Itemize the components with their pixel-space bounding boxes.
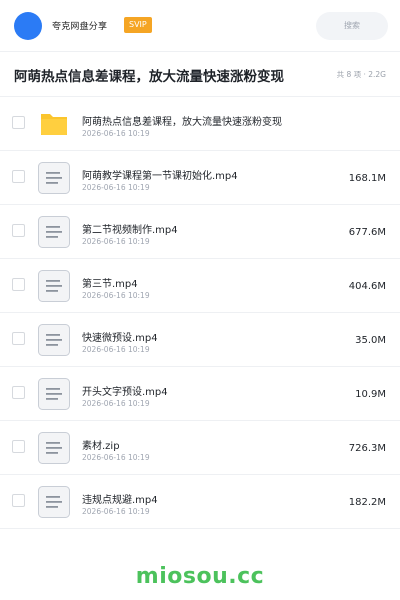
list-item[interactable]: 阿萌教学课程第一节课初始化.mp4 2026-06-16 10:19 168.1…	[0, 151, 400, 205]
header-title: 夸克网盘分享	[52, 22, 108, 32]
file-size: 10.9M	[355, 389, 386, 400]
file-name: 违规点规避.mp4	[82, 495, 158, 506]
footer: miosou.cc	[0, 552, 400, 600]
app-header: 夸克网盘分享 SVIP 搜索	[0, 0, 400, 52]
row-checkbox[interactable]	[12, 386, 25, 399]
file-size: 35.0M	[355, 335, 386, 346]
row-checkbox[interactable]	[12, 116, 25, 129]
file-size: 168.1M	[348, 173, 386, 184]
row-checkbox[interactable]	[12, 332, 25, 345]
file-date: 2026-06-16 10:19	[82, 291, 150, 300]
file-icon	[38, 216, 70, 248]
file-date: 2026-06-16 10:19	[82, 345, 150, 354]
search-placeholder: 搜索	[344, 21, 360, 30]
file-date: 2026-06-16 10:19	[82, 399, 150, 408]
avatar[interactable]	[14, 12, 42, 40]
list-item[interactable]: 违规点规避.mp4 2026-06-16 10:19 182.2M	[0, 475, 400, 529]
page-title: 阿萌热点信息差课程，放大流量快速涨粉变现	[14, 69, 284, 85]
file-name: 阿萌热点信息差课程，放大流量快速涨粉变现	[82, 117, 282, 128]
share-title-bar: 阿萌热点信息差课程，放大流量快速涨粉变现 共 8 项 · 2.2G	[0, 52, 400, 97]
list-item[interactable]: 素材.zip 2026-06-16 10:19 726.3M	[0, 421, 400, 475]
file-icon	[38, 324, 70, 356]
svip-badge: SVIP	[124, 17, 152, 33]
file-size: 404.6M	[348, 281, 386, 292]
file-name: 第二节视频制作.mp4	[82, 225, 178, 236]
file-name: 阿萌教学课程第一节课初始化.mp4	[82, 171, 238, 182]
file-name: 素材.zip	[82, 441, 120, 452]
row-checkbox[interactable]	[12, 170, 25, 183]
file-date: 2026-06-16 10:19	[82, 129, 150, 138]
row-checkbox[interactable]	[12, 224, 25, 237]
file-icon	[38, 432, 70, 464]
file-size: 726.3M	[348, 443, 386, 454]
file-size: 677.6M	[348, 227, 386, 238]
file-date: 2026-06-16 10:19	[82, 237, 150, 246]
row-checkbox[interactable]	[12, 494, 25, 507]
file-list: 阿萌热点信息差课程，放大流量快速涨粉变现 2026-06-16 10:19 阿萌…	[0, 97, 400, 529]
file-icon	[38, 378, 70, 410]
list-item[interactable]: 第三节.mp4 2026-06-16 10:19 404.6M	[0, 259, 400, 313]
share-meta: 共 8 项 · 2.2G	[336, 70, 386, 79]
file-icon	[38, 270, 70, 302]
search-input[interactable]: 搜索	[316, 12, 388, 40]
file-size: 182.2M	[348, 497, 386, 508]
file-icon	[38, 162, 70, 194]
file-date: 2026-06-16 10:19	[82, 507, 150, 516]
share-page: 夸克网盘分享 SVIP 搜索 阿萌热点信息差课程，放大流量快速涨粉变现 共 8 …	[0, 0, 400, 600]
watermark: miosou.cc	[135, 564, 265, 589]
row-checkbox[interactable]	[12, 440, 25, 453]
file-date: 2026-06-16 10:19	[82, 183, 150, 192]
file-name: 快速微预设.mp4	[82, 333, 158, 344]
file-name: 开头文字预设.mp4	[82, 387, 168, 398]
folder-icon	[38, 108, 70, 140]
list-item[interactable]: 开头文字预设.mp4 2026-06-16 10:19 10.9M	[0, 367, 400, 421]
file-date: 2026-06-16 10:19	[82, 453, 150, 462]
file-icon	[38, 486, 70, 518]
list-item[interactable]: 阿萌热点信息差课程，放大流量快速涨粉变现 2026-06-16 10:19	[0, 97, 400, 151]
list-item[interactable]: 第二节视频制作.mp4 2026-06-16 10:19 677.6M	[0, 205, 400, 259]
list-item[interactable]: 快速微预设.mp4 2026-06-16 10:19 35.0M	[0, 313, 400, 367]
row-checkbox[interactable]	[12, 278, 25, 291]
file-name: 第三节.mp4	[82, 279, 138, 290]
